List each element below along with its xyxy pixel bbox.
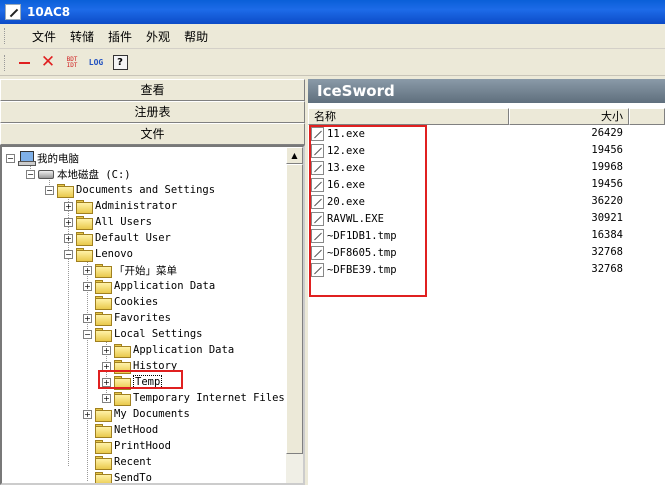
highlight-box-temp: [98, 370, 183, 389]
folder-icon: [95, 264, 112, 278]
tree-node-local-application-data[interactable]: + Application Data: [102, 342, 234, 358]
tree-node-start-menu[interactable]: + 「开始」菜单: [83, 262, 177, 278]
toolbar-grip: [4, 54, 7, 71]
log-button[interactable]: LOG: [85, 52, 107, 74]
tree-node-documents-and-settings[interactable]: − Documents and Settings: [45, 182, 215, 198]
tree-node-administrator[interactable]: + Administrator: [64, 198, 177, 214]
tree-node-sendto[interactable]: SendTo: [83, 470, 152, 483]
folder-icon: [95, 440, 112, 454]
log-icon: LOG: [88, 58, 104, 67]
tree-node-favorites[interactable]: + Favorites: [83, 310, 171, 326]
folder-icon: [76, 232, 93, 246]
menu-appearance[interactable]: 外观: [139, 28, 177, 45]
tree-node-lenovo[interactable]: − Lenovo: [64, 246, 133, 262]
toolbar: ✕ BDT IDT LOG ?: [0, 50, 665, 76]
minus-icon: [18, 61, 30, 64]
folder-icon: [76, 200, 93, 214]
collapse-icon[interactable]: −: [83, 329, 92, 339]
tree-scrollbar[interactable]: ▲: [286, 147, 303, 483]
app-icon: [5, 4, 21, 20]
tree-node-cookies[interactable]: Cookies: [83, 294, 158, 310]
collapse-icon[interactable]: −: [45, 185, 54, 195]
folder-icon: [95, 296, 112, 310]
help-button[interactable]: ?: [109, 52, 131, 74]
tree-node-nethood[interactable]: NetHood: [83, 422, 158, 438]
left-panel: 查看 注册表 文件 − 我的电脑 − 本地磁盘 (C:) − Documents…: [0, 79, 305, 485]
expand-icon[interactable]: +: [102, 393, 111, 403]
close-icon: ✕: [40, 52, 56, 72]
tree-node-printhood[interactable]: PrintHood: [83, 438, 171, 454]
bdt-button[interactable]: BDT IDT: [61, 52, 83, 74]
nav-registry-button[interactable]: 注册表: [0, 101, 305, 123]
folder-icon: [95, 424, 112, 438]
close-button[interactable]: ✕: [37, 52, 59, 74]
expand-icon[interactable]: +: [83, 313, 92, 323]
menu-bar: 文件 转储 插件 外观 帮助: [0, 24, 665, 49]
tree-node-application-data[interactable]: + Application Data: [83, 278, 215, 294]
expand-icon[interactable]: +: [64, 201, 73, 211]
folder-icon: [95, 472, 112, 483]
nav-view-button[interactable]: 查看: [0, 79, 305, 101]
expand-icon[interactable]: +: [102, 345, 111, 355]
folder-icon: [76, 216, 93, 230]
tree-node-my-computer[interactable]: − 我的电脑: [6, 150, 79, 166]
nav-file-button[interactable]: 文件: [0, 123, 305, 145]
tree-node-temporary-internet-files[interactable]: + Temporary Internet Files: [102, 390, 285, 406]
column-header-filler: [629, 108, 665, 125]
folder-icon: [95, 456, 112, 470]
menu-file[interactable]: 文件: [25, 28, 63, 45]
column-header-size[interactable]: 大小: [509, 108, 629, 125]
expand-icon[interactable]: +: [64, 217, 73, 227]
tree-node-my-documents[interactable]: + My Documents: [83, 406, 190, 422]
collapse-icon[interactable]: −: [64, 249, 73, 259]
menu-grip: [4, 28, 19, 44]
folder-icon: [95, 328, 112, 342]
window-title: 10AC8: [27, 5, 71, 19]
folder-icon: [95, 280, 112, 294]
column-header-name[interactable]: 名称: [308, 108, 509, 125]
minimize-button[interactable]: [13, 52, 35, 74]
folder-icon: [95, 312, 112, 326]
folder-tree[interactable]: − 我的电脑 − 本地磁盘 (C:) − Documents and Setti…: [0, 145, 305, 485]
folder-icon: [76, 248, 93, 262]
expand-icon[interactable]: +: [64, 233, 73, 243]
folder-icon: [57, 184, 74, 198]
scroll-up-arrow-icon[interactable]: ▲: [286, 147, 303, 164]
tree-node-default-user[interactable]: + Default User: [64, 230, 171, 246]
collapse-icon[interactable]: −: [6, 153, 15, 163]
expand-icon[interactable]: +: [83, 265, 92, 275]
collapse-icon[interactable]: −: [26, 169, 35, 179]
menu-dump[interactable]: 转储: [63, 28, 101, 45]
menu-plugins[interactable]: 插件: [101, 28, 139, 45]
computer-icon: [18, 151, 36, 166]
title-bar: 10AC8: [0, 0, 665, 24]
folder-icon: [114, 392, 131, 406]
highlight-box-files: [309, 125, 427, 297]
expand-icon[interactable]: +: [83, 281, 92, 291]
tree-node-recent[interactable]: Recent: [83, 454, 152, 470]
menu-help[interactable]: 帮助: [177, 28, 215, 45]
panel-header: IceSword: [308, 79, 665, 103]
help-icon: ?: [112, 55, 128, 70]
scroll-thumb[interactable]: [286, 164, 303, 454]
tree-node-local-settings[interactable]: − Local Settings: [83, 326, 203, 342]
bdt-icon: BDT IDT: [66, 55, 78, 69]
expand-icon[interactable]: +: [83, 409, 92, 419]
folder-icon: [95, 408, 112, 422]
tree-node-local-disk[interactable]: − 本地磁盘 (C:): [26, 166, 131, 182]
tree-node-all-users[interactable]: + All Users: [64, 214, 152, 230]
drive-icon: [38, 169, 54, 179]
folder-icon: [114, 344, 131, 358]
